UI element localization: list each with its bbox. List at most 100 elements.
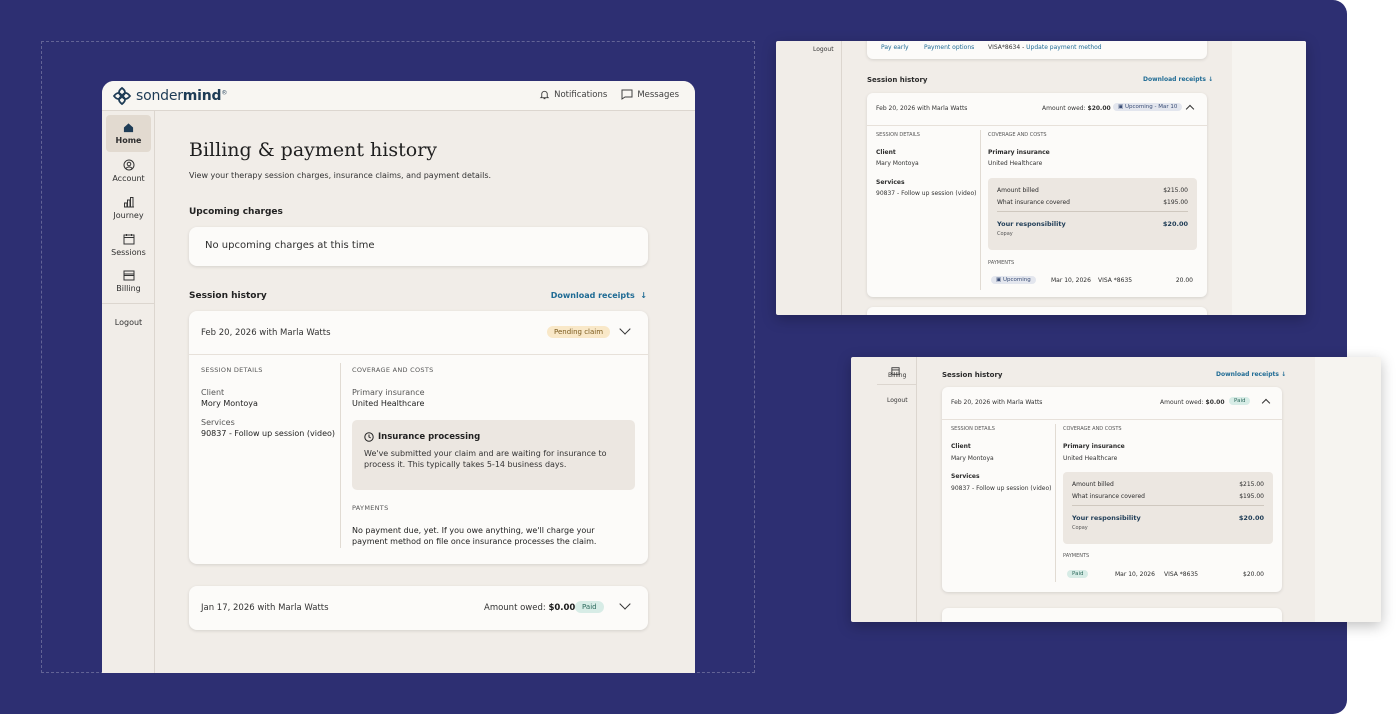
message-icon [621, 89, 633, 100]
sidebar-item-label: Billing [116, 284, 141, 293]
sidebar-item-label: Account [112, 173, 145, 183]
pay-early-link[interactable]: Pay early [881, 44, 909, 51]
owed-label: Amount owed: [1042, 105, 1086, 112]
sidebar-item-home[interactable]: Home [106, 115, 151, 152]
copay-label: Copay [1072, 525, 1088, 531]
next-session-card[interactable] [942, 608, 1282, 622]
client-label: Client [876, 149, 896, 156]
sidebar-item-billing[interactable]: Billing [106, 263, 151, 300]
payment-date: Mar 10, 2026 [1115, 571, 1155, 578]
download-receipts-label: Download receipts [1216, 371, 1279, 378]
update-method-link[interactable]: Update payment method [1026, 44, 1101, 51]
panel-right-bg [1232, 41, 1306, 315]
client-label: Client [951, 443, 971, 450]
sidebar-item-journey[interactable]: Journey [106, 189, 151, 226]
session-details-label: SESSION DETAILS [876, 132, 920, 138]
sidebar-item-sessions[interactable]: Sessions [106, 226, 151, 263]
download-receipts-label: Download receipts [1143, 76, 1206, 83]
payment-date: Mar 10, 2026 [1051, 277, 1091, 284]
logout-link[interactable]: Logout [887, 397, 908, 404]
client-value: Mary Montoya [876, 160, 919, 167]
owed-value: $20.00 [1087, 105, 1111, 112]
breakdown-divider [997, 211, 1188, 212]
session-row-header[interactable]: Feb 20, 2026 with Marla Watts Pending cl… [189, 311, 648, 355]
coverage-label: COVERAGE AND COSTS [1063, 426, 1122, 432]
session-history-heading: Session history [189, 291, 267, 301]
badge-text: Upcoming - Mar 10 [1124, 104, 1178, 110]
next-session-card[interactable] [867, 307, 1207, 315]
download-arrow-icon: ↓ [1208, 76, 1214, 83]
sidebar-item-account[interactable]: Account [106, 152, 151, 189]
coverage-label: COVERAGE AND COSTS [988, 132, 1047, 138]
session-card-collapsed[interactable]: Jan 17, 2026 with Marla Watts Amount owe… [189, 586, 648, 630]
amount-billed-value: $215.00 [1239, 481, 1264, 488]
chevron-down-icon[interactable] [619, 598, 631, 610]
session-card-expanded: Feb 20, 2026 with Marla Watts Amount owe… [867, 93, 1207, 297]
sidebar-item-billing[interactable]: Billing [888, 372, 906, 379]
owed-label: Amount owed: [484, 603, 546, 613]
sondermind-logo-icon [112, 86, 132, 106]
row-divider [867, 125, 1207, 126]
chart-icon [123, 196, 134, 207]
payments-label: PAYMENTS [1063, 553, 1090, 559]
upcoming-empty-text: No upcoming charges at this time [205, 240, 375, 251]
visa-prefix: VISA*8634 - [988, 44, 1027, 51]
services-label: Services [876, 179, 905, 186]
amount-billed-value: $215.00 [1163, 187, 1188, 194]
page-title: Billing & payment history [189, 139, 438, 161]
cost-breakdown-box: Amount billed $215.00 What insurance cov… [988, 178, 1197, 250]
upcoming-charges-card: No upcoming charges at this time [189, 227, 648, 266]
sidebar-divider [877, 384, 917, 385]
responsibility-label: Your responsibility [1072, 514, 1141, 522]
payment-amount: 20.00 [1175, 277, 1193, 284]
logout-link[interactable]: Logout [102, 318, 155, 327]
session-details-label: SESSION DETAILS [951, 426, 995, 432]
upcoming-charges-heading: Upcoming charges [189, 207, 283, 217]
account-icon [123, 159, 134, 170]
responsibility-value: $20.00 [1162, 220, 1188, 228]
download-receipts-link[interactable]: Download receipts ↓ [1216, 371, 1286, 378]
covered-label: What insurance covered [1072, 493, 1145, 500]
messages-link[interactable]: Messages [621, 89, 679, 100]
payment-status-badge: ▣ Upcoming [991, 276, 1036, 284]
status-badge: Paid [1229, 397, 1251, 405]
chevron-down-icon[interactable] [619, 323, 631, 335]
coverage-label: COVERAGE AND COSTS [352, 366, 434, 374]
amount-billed-label: Amount billed [997, 187, 1039, 194]
insurance-value: United Healthcare [1063, 455, 1118, 462]
download-receipts-link[interactable]: Download receipts ↓ [1143, 76, 1213, 83]
covered-value: $195.00 [1163, 199, 1188, 206]
calendar-icon: ▣ [996, 277, 1003, 283]
chevron-up-icon[interactable] [1185, 104, 1195, 114]
payment-status-text: Upcoming [1002, 277, 1031, 283]
covered-value: $195.00 [1239, 493, 1264, 500]
column-divider [980, 130, 981, 290]
insurance-value: United Healthcare [352, 399, 425, 408]
payment-card: VISA *8635 [1098, 277, 1133, 284]
info-title: Insurance processing [364, 432, 480, 442]
amount-owed: Amount owed: $0.00 [484, 603, 575, 613]
payments-label: PAYMENTS [352, 504, 389, 512]
download-receipts-link[interactable]: Download receipts ↓ [551, 291, 647, 300]
info-title-text: Insurance processing [378, 432, 481, 442]
column-divider [1055, 424, 1056, 582]
payment-options-link[interactable]: Payment options [924, 44, 974, 51]
notifications-link[interactable]: Notifications [539, 89, 607, 100]
client-value: Mary Montoya [951, 455, 994, 462]
home-icon [123, 123, 134, 133]
top-bar: sondermind® Notifications Messages [102, 81, 695, 111]
payment-card: VISA *8635 [1164, 571, 1199, 578]
brand-logo[interactable]: sondermind® [112, 86, 227, 106]
amount-billed-label: Amount billed [1072, 481, 1114, 488]
panel-sidebar [802, 41, 842, 315]
owed-value: $0.00 [1205, 399, 1225, 406]
messages-label: Messages [637, 89, 679, 100]
top-nav: Notifications Messages [539, 89, 679, 100]
copay-label: Copay [997, 231, 1013, 237]
clock-icon [364, 432, 374, 442]
detail-panel-upcoming: Logout Pay early Payment options VISA*86… [776, 41, 1306, 315]
brand-name: sondermind® [136, 88, 228, 104]
logout-link[interactable]: Logout [813, 46, 834, 53]
chevron-up-icon[interactable] [1261, 398, 1271, 408]
payment-options-card: Pay early Payment options VISA*8634 - Up… [867, 41, 1207, 59]
